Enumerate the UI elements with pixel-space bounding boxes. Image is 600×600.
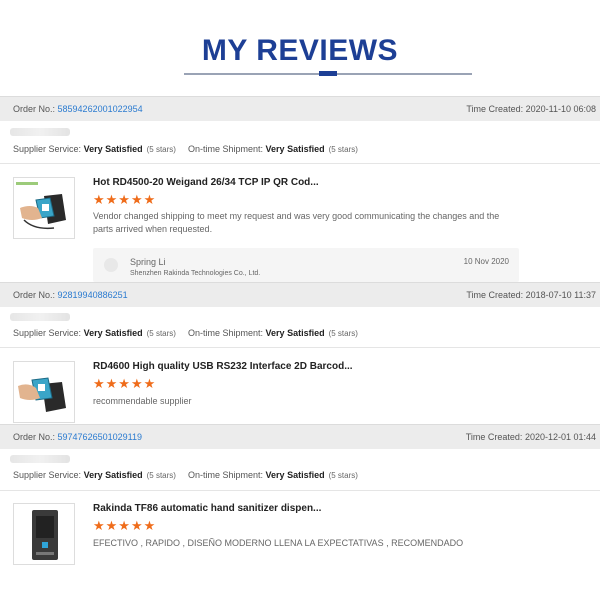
ontime-shipment-label: On-time Shipment:: [188, 470, 264, 480]
divider: [0, 347, 600, 348]
order-no-link[interactable]: 58594262001022954: [58, 104, 143, 114]
product-title-link[interactable]: RD4600 High quality USB RS232 Interface …: [93, 361, 353, 372]
ontime-shipment-stars: (5 stars): [328, 471, 358, 480]
rating-stars: ★★★★★: [93, 192, 157, 207]
barcode-reader-image: [18, 377, 66, 412]
buyer-name-blurred: [10, 455, 70, 463]
product-thumbnail[interactable]: [13, 177, 75, 239]
order-header: Order No.: 58594262001022954 Time Create…: [0, 96, 600, 121]
supplier-reply: Spring Li Shenzhen Rakinda Technologies …: [93, 248, 519, 282]
review-comment: EFECTIVO , RAPIDO , DISEÑO MODERNO LLENA…: [93, 538, 464, 548]
time-created-label: Time Created:: [466, 104, 524, 114]
ontime-shipment-stars: (5 stars): [328, 145, 358, 154]
time-created-label: Time Created:: [466, 290, 524, 300]
barcode-reader-image: [16, 182, 66, 230]
order-header: Order No.: 92819940886251 Time Created: …: [0, 282, 600, 307]
review-comment: Vendor changed shipping to meet my reque…: [93, 211, 500, 234]
reply-company: Shenzhen Rakinda Technologies Co., Ltd.: [130, 270, 261, 277]
supplier-service-label: Supplier Service:: [13, 144, 82, 154]
ontime-shipment-label: On-time Shipment:: [188, 328, 264, 338]
avatar: [104, 258, 118, 272]
review-comment: recommendable supplier: [93, 396, 192, 406]
supplier-service-value: Very Satisfied: [83, 328, 143, 338]
supplier-service-stars: (5 stars): [146, 329, 176, 338]
order-no-label: Order No.:: [13, 104, 56, 114]
ontime-shipment-label: On-time Shipment:: [188, 144, 264, 154]
reply-author-name: Spring Li: [130, 257, 166, 267]
reply-date: 10 Nov 2020: [463, 257, 509, 266]
product-thumbnail[interactable]: [13, 503, 75, 565]
buyer-name-blurred: [10, 313, 70, 321]
product-title-link[interactable]: Rakinda TF86 automatic hand sanitizer di…: [93, 503, 321, 514]
divider: [0, 490, 600, 491]
order-header: Order No.: 59747626501029119 Time Create…: [0, 424, 600, 449]
time-created-value: 2018-07-10 11:37: [525, 290, 596, 300]
page-title: MY REVIEWS: [201, 34, 399, 67]
time-created-value: 2020-12-01 01:44: [524, 432, 596, 442]
product-thumbnail[interactable]: [13, 361, 75, 423]
ontime-shipment-value: Very Satisfied: [265, 144, 325, 154]
title-underline-accent: [319, 71, 337, 76]
product-title-link[interactable]: Hot RD4500-20 Weigand 26/34 TCP IP QR Co…: [93, 177, 319, 188]
ontime-shipment-value: Very Satisfied: [265, 328, 325, 338]
supplier-service-stars: (5 stars): [146, 471, 176, 480]
order-no-link[interactable]: 59747626501029119: [58, 432, 142, 442]
supplier-service-value: Very Satisfied: [83, 470, 143, 480]
time-created-label: Time Created:: [465, 432, 523, 442]
supplier-service-value: Very Satisfied: [83, 144, 143, 154]
supplier-service-stars: (5 stars): [146, 145, 176, 154]
rating-stars: ★★★★★: [93, 518, 157, 533]
rating-stars: ★★★★★: [93, 376, 157, 391]
time-created-value: 2020-11-10 06:08: [525, 104, 596, 114]
order-no-link[interactable]: 92819940886251: [58, 290, 128, 300]
supplier-service-label: Supplier Service:: [13, 328, 82, 338]
order-no-label: Order No.:: [13, 290, 56, 300]
order-no-label: Order No.:: [13, 432, 56, 442]
buyer-name-blurred: [10, 128, 70, 136]
ontime-shipment-stars: (5 stars): [328, 329, 358, 338]
supplier-service-label: Supplier Service:: [13, 470, 82, 480]
ontime-shipment-value: Very Satisfied: [265, 470, 325, 480]
divider: [0, 163, 600, 164]
sanitizer-dispenser-image: [32, 510, 58, 560]
